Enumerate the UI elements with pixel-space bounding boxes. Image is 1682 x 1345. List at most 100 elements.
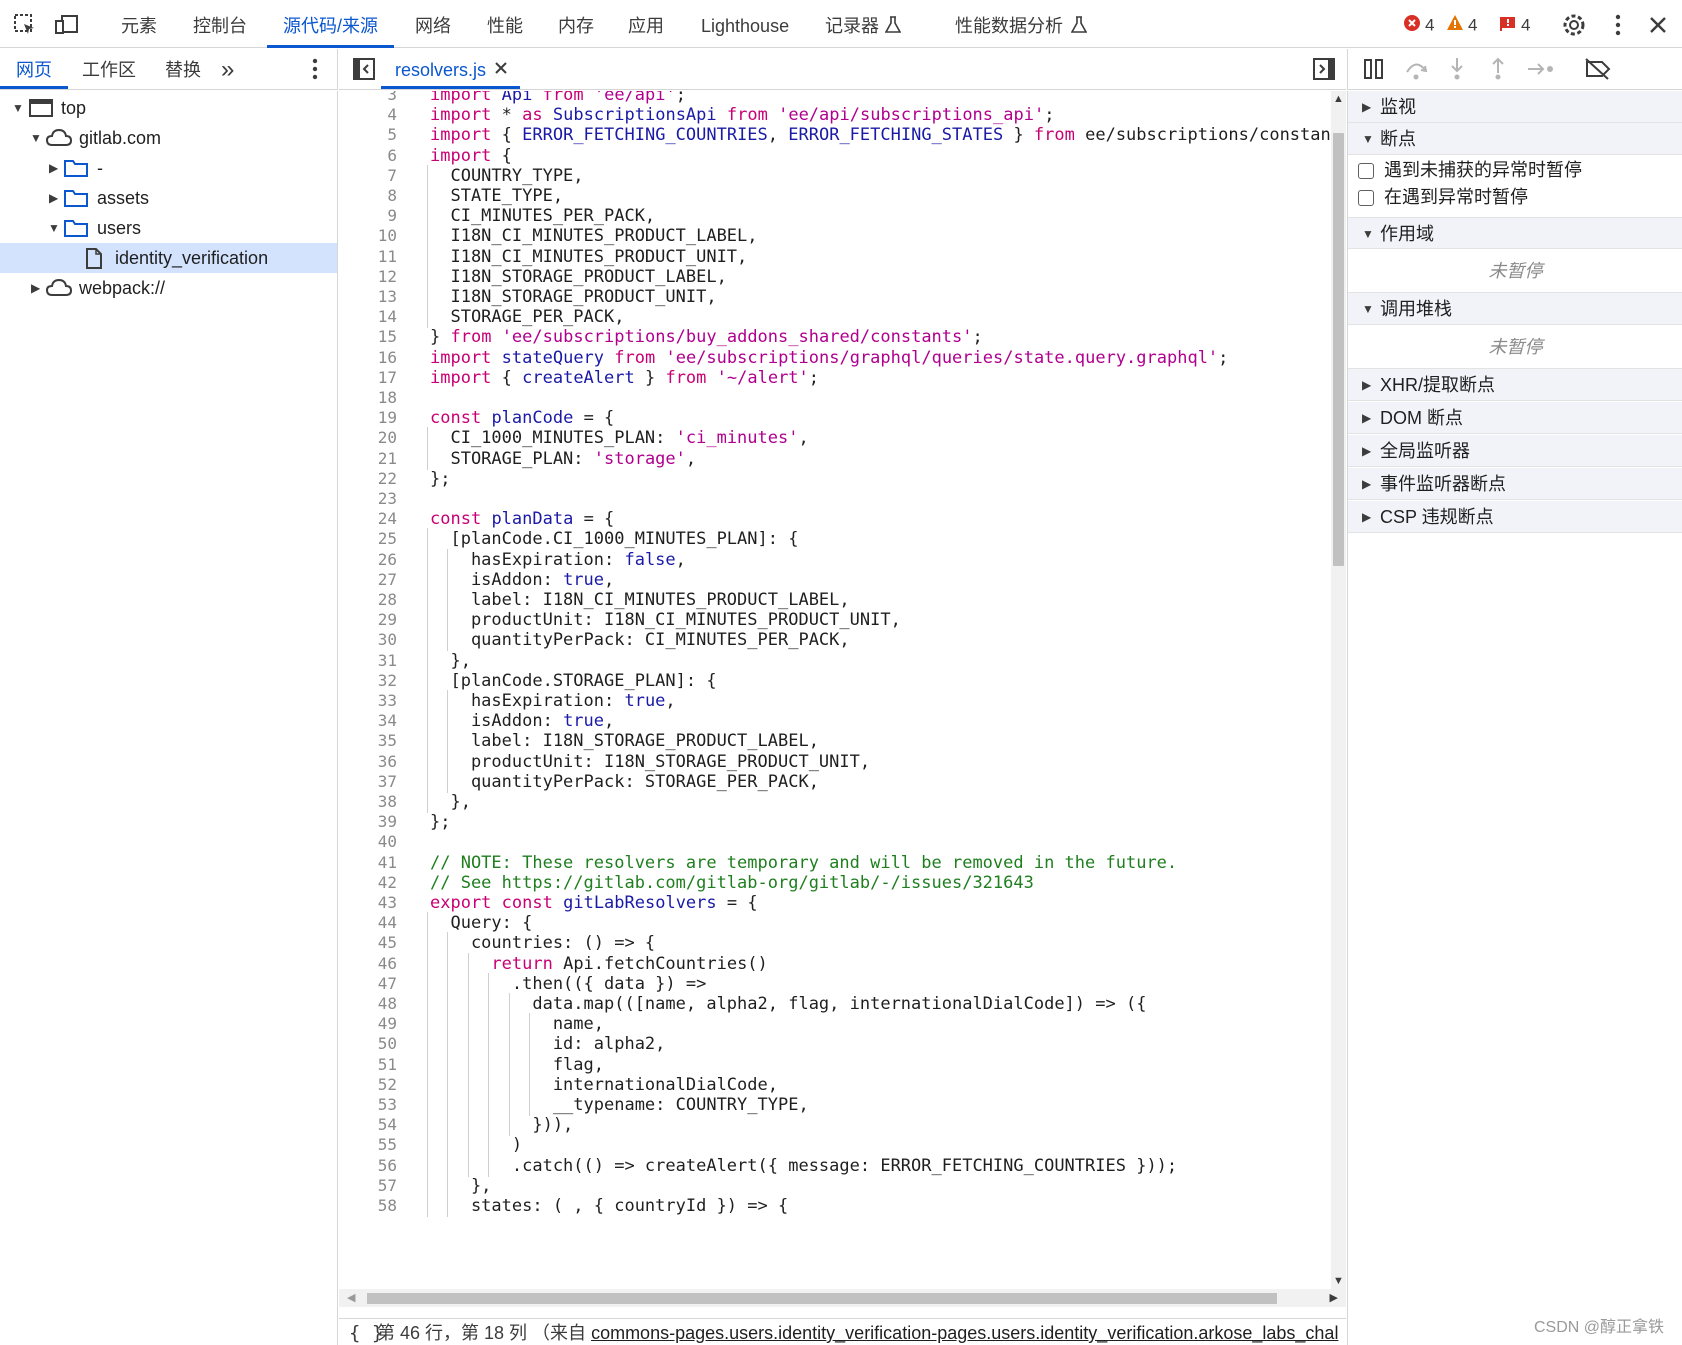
line-number[interactable]: 16 xyxy=(339,347,397,369)
line-number[interactable]: 39 xyxy=(339,811,397,833)
step-over-icon[interactable] xyxy=(1403,56,1429,82)
line-number[interactable]: 26 xyxy=(339,549,397,571)
section-call-stack[interactable]: ▼ 调用堆栈 xyxy=(1348,293,1682,325)
tree-item-users[interactable]: ▼ users xyxy=(0,213,337,243)
section-event-listener-breakpoints[interactable]: ▶ 事件监听器断点 xyxy=(1348,468,1682,500)
scroll-right-arrow-icon[interactable]: ▶ xyxy=(1330,1291,1338,1304)
line-number[interactable]: 51 xyxy=(339,1054,397,1076)
line-number[interactable]: 11 xyxy=(339,246,397,268)
pause-on-uncaught-exceptions[interactable]: 遇到未捕获的异常时暂停 xyxy=(1348,157,1682,184)
tab-page[interactable]: 网页 xyxy=(0,49,68,89)
tab-performance-insights[interactable]: 性能数据分析 xyxy=(955,0,1063,48)
section-breakpoints[interactable]: ▼ 断点 xyxy=(1348,123,1682,155)
device-toolbar-icon[interactable] xyxy=(54,12,80,38)
line-number[interactable]: 19 xyxy=(339,407,397,429)
section-scope[interactable]: ▼ 作用域 xyxy=(1348,217,1682,249)
line-number[interactable]: 46 xyxy=(339,953,397,975)
line-number[interactable]: 48 xyxy=(339,993,397,1015)
inspect-element-icon[interactable] xyxy=(12,12,38,38)
tab-workspace[interactable]: 工作区 xyxy=(82,49,136,89)
tab-overrides[interactable]: 替换 xyxy=(165,49,201,89)
line-number[interactable]: 33 xyxy=(339,690,397,712)
vertical-scrollbar[interactable]: ▲ ▼ xyxy=(1331,91,1346,1289)
section-csp-breakpoints[interactable]: ▶ CSP 违规断点 xyxy=(1348,501,1682,533)
close-tab-icon[interactable] xyxy=(491,58,511,78)
step-into-icon[interactable] xyxy=(1444,56,1470,82)
line-number[interactable]: 18 xyxy=(339,387,397,409)
close-devtools-icon[interactable] xyxy=(1645,12,1671,38)
scroll-left-arrow-icon[interactable]: ◀ xyxy=(347,1291,355,1304)
warning-counter[interactable]: 4 xyxy=(1446,14,1477,36)
toggle-navigator-icon[interactable] xyxy=(351,56,377,82)
line-number[interactable]: 22 xyxy=(339,468,397,490)
line-number[interactable]: 7 xyxy=(339,165,397,187)
line-number[interactable]: 49 xyxy=(339,1013,397,1035)
tab-sources[interactable]: 源代码/来源 xyxy=(266,0,395,48)
line-number[interactable]: 55 xyxy=(339,1134,397,1156)
line-number[interactable]: 17 xyxy=(339,367,397,389)
line-number[interactable]: 27 xyxy=(339,569,397,591)
section-global-listeners[interactable]: ▶ 全局监听器 xyxy=(1348,435,1682,467)
line-number[interactable]: 53 xyxy=(339,1094,397,1116)
deactivate-breakpoints-icon[interactable] xyxy=(1584,56,1611,82)
line-number[interactable]: 20 xyxy=(339,427,397,449)
line-number[interactable]: 35 xyxy=(339,730,397,752)
line-number[interactable]: 6 xyxy=(339,145,397,167)
tree-item-identity-verification[interactable]: identity_verification xyxy=(0,243,337,273)
checkbox[interactable] xyxy=(1358,163,1374,179)
line-number[interactable]: 25 xyxy=(339,528,397,550)
vertical-scroll-thumb[interactable] xyxy=(1333,133,1344,566)
section-dom-breakpoints[interactable]: ▶ DOM 断点 xyxy=(1348,402,1682,434)
expand-triangle-icon[interactable]: ▼ xyxy=(30,123,42,153)
line-number[interactable]: 12 xyxy=(339,266,397,288)
scroll-down-arrow-icon[interactable]: ▼ xyxy=(1333,1275,1344,1287)
tab-lighthouse[interactable]: Lighthouse xyxy=(701,0,789,48)
source-map-link[interactable]: commons-pages.users.identity_verificatio… xyxy=(591,1323,1338,1343)
cursor-position-status[interactable]: 第 46 行，第 18 列 （来自 commons-pages.users.id… xyxy=(377,1319,1338,1345)
line-number[interactable]: 30 xyxy=(339,629,397,651)
line-number[interactable]: 28 xyxy=(339,589,397,611)
line-number[interactable]: 47 xyxy=(339,973,397,995)
tree-item-top[interactable]: ▼ top xyxy=(0,93,337,123)
scroll-up-arrow-icon[interactable]: ▲ xyxy=(1333,93,1344,105)
line-number[interactable]: 34 xyxy=(339,710,397,732)
line-number[interactable]: 32 xyxy=(339,670,397,692)
toggle-debugger-icon[interactable] xyxy=(1311,56,1337,82)
settings-gear-icon[interactable] xyxy=(1561,12,1587,38)
expand-triangle-icon[interactable]: ▼ xyxy=(12,93,24,123)
line-number[interactable]: 15 xyxy=(339,326,397,348)
pause-on-caught-exceptions[interactable]: 在遇到异常时暂停 xyxy=(1348,184,1682,211)
line-number[interactable]: 58 xyxy=(339,1195,397,1217)
tab-console[interactable]: 控制台 xyxy=(193,0,247,48)
tab-resolvers-js[interactable]: resolvers.js xyxy=(380,49,521,89)
horizontal-scrollbar[interactable]: ◀ ▶ xyxy=(339,1289,1346,1307)
line-number[interactable]: 36 xyxy=(339,751,397,773)
step-icon[interactable] xyxy=(1526,56,1553,82)
line-number[interactable]: 31 xyxy=(339,650,397,672)
line-number[interactable]: 38 xyxy=(339,791,397,813)
line-number[interactable]: 54 xyxy=(339,1114,397,1136)
line-number[interactable]: 24 xyxy=(339,508,397,530)
checkbox[interactable] xyxy=(1358,190,1374,206)
line-number[interactable]: 41 xyxy=(339,852,397,874)
line-number[interactable]: 57 xyxy=(339,1175,397,1197)
line-number[interactable]: 52 xyxy=(339,1074,397,1096)
line-number[interactable]: 23 xyxy=(339,488,397,510)
line-number[interactable]: 50 xyxy=(339,1033,397,1055)
line-number[interactable]: 21 xyxy=(339,448,397,470)
line-number[interactable]: 9 xyxy=(339,205,397,227)
tab-elements[interactable]: 元素 xyxy=(121,0,157,48)
line-number[interactable]: 8 xyxy=(339,185,397,207)
line-number[interactable]: 43 xyxy=(339,892,397,914)
expand-triangle-icon[interactable]: ▼ xyxy=(48,213,60,243)
line-number[interactable]: 45 xyxy=(339,932,397,954)
line-number[interactable]: 4 xyxy=(339,104,397,126)
tab-memory[interactable]: 内存 xyxy=(558,0,594,48)
tree-item-assets[interactable]: ▶ assets xyxy=(0,183,337,213)
tree-item-webpack[interactable]: ▶ webpack:// xyxy=(0,273,337,303)
line-number[interactable]: 14 xyxy=(339,306,397,328)
issues-counter[interactable]: 4 xyxy=(1499,14,1530,36)
collapse-triangle-icon[interactable]: ▶ xyxy=(49,183,58,213)
tab-network[interactable]: 网络 xyxy=(415,0,451,48)
section-xhr-breakpoints[interactable]: ▶ XHR/提取断点 xyxy=(1348,369,1682,401)
